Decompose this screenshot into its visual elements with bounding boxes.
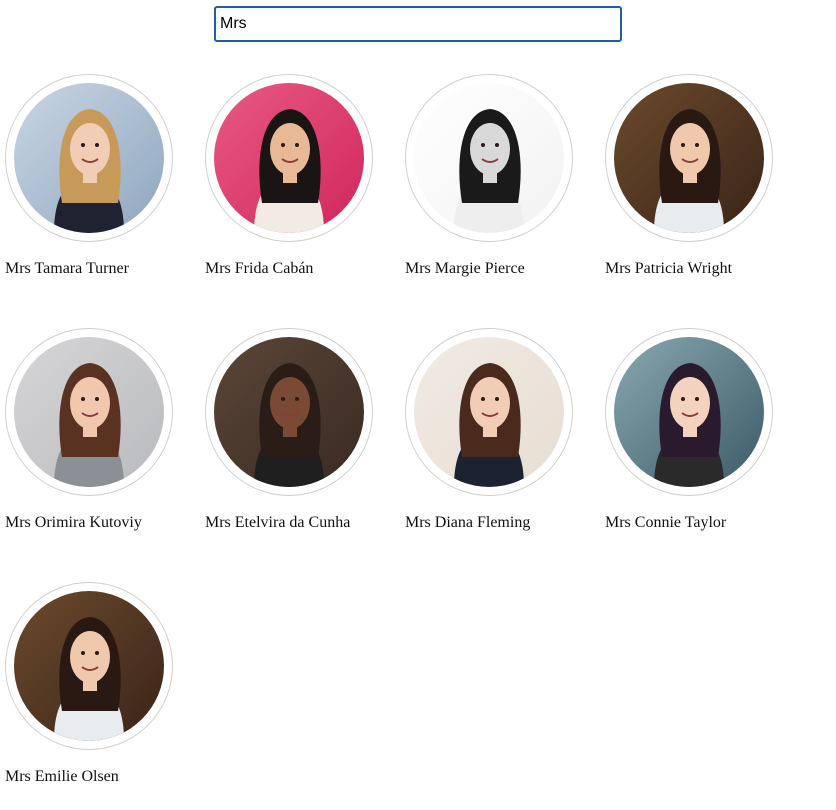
woman-braids-photo <box>214 337 364 487</box>
search-container <box>214 6 622 42</box>
woman-surprised-gray-wall-photo <box>14 337 164 487</box>
avatar[interactable] <box>605 74 773 242</box>
avatar[interactable] <box>205 328 373 496</box>
person-name: Mrs Margie Pierce <box>405 260 525 277</box>
person-name: Mrs Etelvira da Cunha <box>205 514 351 531</box>
person-card[interactable]: Mrs Orimira Kutoviy <box>0 326 200 556</box>
woman-dark-vest-photo <box>414 337 564 487</box>
woman-waterfront-photo <box>14 83 164 233</box>
person-card[interactable]: Mrs Etelvira da Cunha <box>200 326 400 556</box>
person-card[interactable]: Mrs Margie Pierce <box>400 72 600 302</box>
person-name: Mrs Connie Taylor <box>605 514 727 531</box>
person-card[interactable]: Mrs Patricia Wright <box>600 72 800 302</box>
person-card[interactable]: Mrs Emilie Olsen <box>0 580 200 810</box>
person-name: Mrs Emilie Olsen <box>5 768 119 785</box>
person-name: Mrs Diana Fleming <box>405 514 531 531</box>
avatar[interactable] <box>5 328 173 496</box>
person-card[interactable]: Mrs Frida Cabán <box>200 72 400 302</box>
person-name: Mrs Tamara Turner <box>5 260 129 277</box>
person-name: Mrs Orimira Kutoviy <box>5 514 142 531</box>
woman-monochrome-profile-photo <box>414 83 564 233</box>
woman-car-selfie-photo <box>614 337 764 487</box>
woman-restaurant-photo <box>14 591 164 741</box>
avatar[interactable] <box>205 74 373 242</box>
woman-restaurant-photo <box>614 83 764 233</box>
person-card[interactable]: Mrs Diana Fleming <box>400 326 600 556</box>
person-card[interactable]: Mrs Tamara Turner <box>0 72 200 302</box>
search-input[interactable] <box>214 6 622 42</box>
person-name: Mrs Patricia Wright <box>605 260 733 277</box>
avatar[interactable] <box>405 74 573 242</box>
avatar[interactable] <box>405 328 573 496</box>
woman-curly-hair-red-wall-photo <box>214 83 364 233</box>
avatar[interactable] <box>5 74 173 242</box>
avatar[interactable] <box>605 328 773 496</box>
person-name: Mrs Frida Cabán <box>205 260 314 277</box>
person-card[interactable]: Mrs Connie Taylor <box>600 326 800 556</box>
avatar[interactable] <box>5 582 173 750</box>
